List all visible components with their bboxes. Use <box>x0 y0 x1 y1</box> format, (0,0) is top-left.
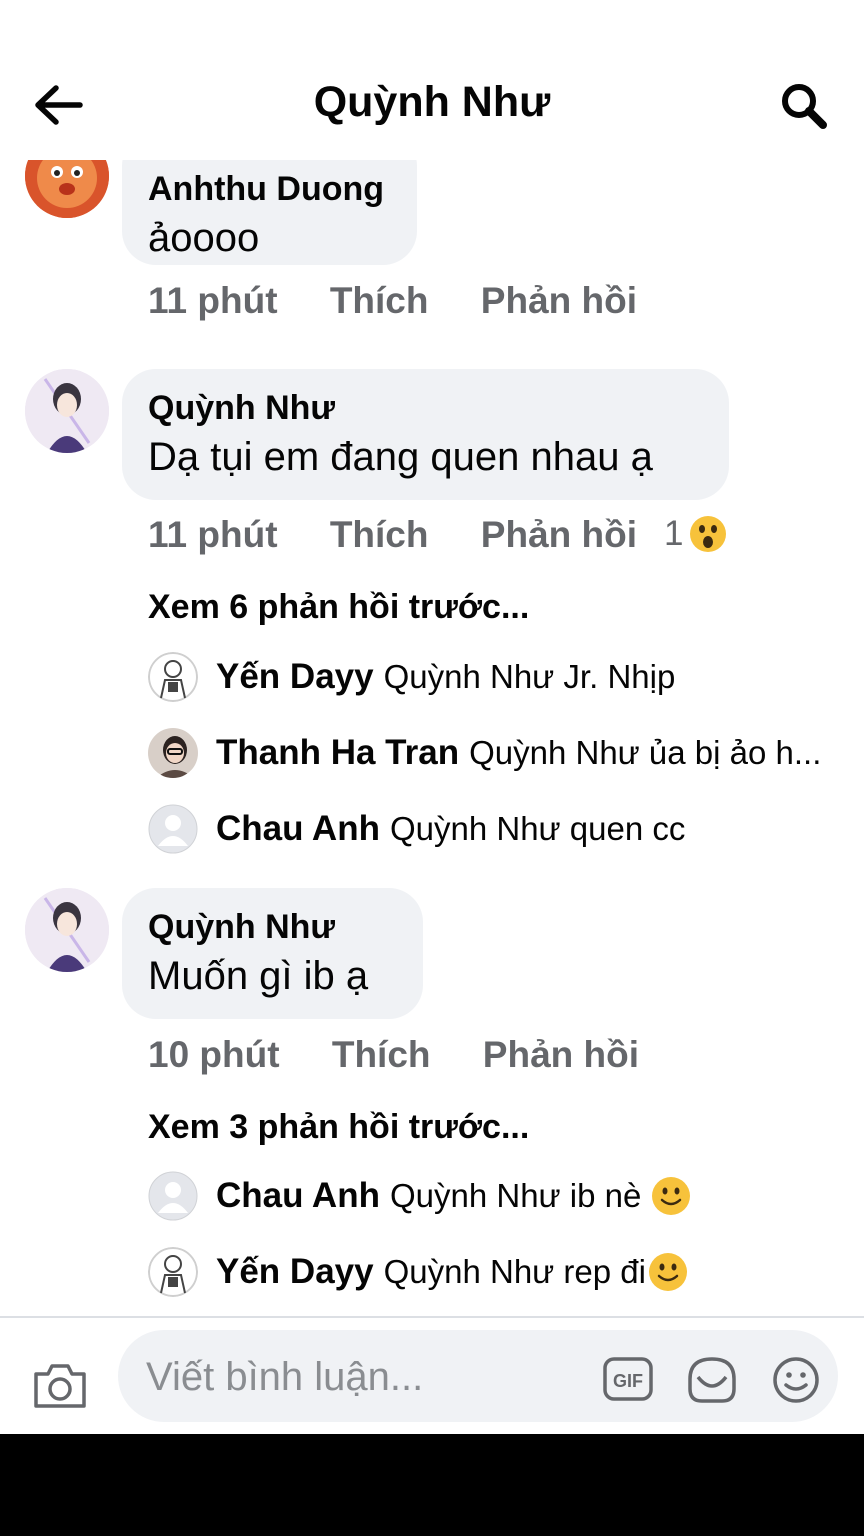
reply-button[interactable]: Phản hồi <box>481 280 637 322</box>
comment-actions: 11 phút Thích Phản hồi <box>148 280 637 322</box>
like-button[interactable]: Thích <box>330 280 429 322</box>
avatar[interactable] <box>148 1247 198 1297</box>
reply-author[interactable]: Yến Dayy <box>216 1252 374 1292</box>
comment-time: 11 phút <box>148 280 278 321</box>
comment-time: 11 phút <box>148 514 278 555</box>
camera-icon <box>34 1364 86 1408</box>
comment-actions: 11 phút Thích Phản hồi <box>148 514 637 556</box>
avatar[interactable] <box>148 1171 198 1221</box>
reply-button[interactable]: Phản hồi <box>483 1034 639 1076</box>
gif-button[interactable]: GIF <box>602 1356 654 1402</box>
system-navigation-bar <box>0 1434 864 1536</box>
reply-text: Quỳnh Như quen cc <box>389 810 686 847</box>
comment-time: 10 phút <box>148 1034 280 1075</box>
sketch-avatar-icon <box>148 1247 198 1297</box>
avatar[interactable] <box>148 652 198 702</box>
avatar[interactable] <box>25 888 109 972</box>
reply-preview[interactable]: Chau Anh Quỳnh Như quen cc <box>148 803 848 855</box>
reply-text: Quỳnh Như ủa bị ảo h... <box>469 734 822 771</box>
comment-text: ảoooo <box>148 216 260 260</box>
svg-text:GIF: GIF <box>613 1371 643 1391</box>
reply-author[interactable]: Chau Anh <box>216 1176 380 1216</box>
page-title: Quỳnh Như <box>313 78 551 126</box>
avatar[interactable] <box>25 369 109 453</box>
avatar[interactable] <box>148 804 198 854</box>
smile-emoji-icon <box>652 1177 691 1215</box>
anime-girl-avatar-icon <box>25 369 109 453</box>
wow-emoji-icon <box>690 516 727 552</box>
comment-text: Muốn gì ib ạ <box>148 954 369 998</box>
sticker-button[interactable] <box>686 1355 738 1405</box>
comment-bubble[interactable]: Quỳnh Như Dạ tụi em đang quen nhau ạ <box>122 369 729 500</box>
search-icon <box>782 84 827 129</box>
comment-input[interactable] <box>144 1348 578 1406</box>
reaction-count: 1 <box>664 514 684 553</box>
comment-bubble[interactable]: Quỳnh Như Muốn gì ib ạ <box>122 888 423 1019</box>
reply-preview[interactable]: Thanh Ha Tran Quỳnh Như ủa bị ảo h... <box>148 727 848 779</box>
smiley-icon <box>773 1357 819 1403</box>
reply-preview[interactable]: Yến Dayy Quỳnh Như Jr. Nhịp <box>148 651 848 703</box>
like-button[interactable]: Thích <box>332 1034 431 1076</box>
comment-composer: GIF <box>0 1316 864 1436</box>
view-previous-replies[interactable]: Xem 3 phản hồi trước... <box>148 1108 529 1147</box>
reply-text: Quỳnh Như rep đi <box>383 1253 646 1290</box>
gif-icon: GIF <box>603 1357 653 1401</box>
reply-button[interactable]: Phản hồi <box>481 514 637 556</box>
comment-author[interactable]: Anhthu Duong <box>148 170 391 208</box>
default-user-avatar-icon <box>148 1171 198 1221</box>
reaction-summary[interactable]: 1 <box>664 514 727 554</box>
search-button[interactable] <box>778 80 832 132</box>
reply-preview[interactable]: Chau Anh Quỳnh Như ib nè <box>148 1170 848 1222</box>
avatar[interactable] <box>148 728 198 778</box>
camera-button[interactable] <box>32 1360 88 1410</box>
comment-actions: 10 phút Thích Phản hồi <box>148 1034 639 1076</box>
reply-text: Quỳnh Như ib nè <box>389 1177 642 1214</box>
reply-text: Quỳnh Như Jr. Nhịp <box>383 658 676 695</box>
anime-girl-avatar-icon <box>25 888 109 972</box>
view-previous-replies[interactable]: Xem 6 phản hồi trước... <box>148 588 529 627</box>
sketch-avatar-icon <box>148 652 198 702</box>
sticker-icon <box>688 1357 736 1403</box>
default-user-avatar-icon <box>148 804 198 854</box>
comment-author[interactable]: Quỳnh Như <box>148 908 397 946</box>
comment-input-container[interactable]: GIF <box>118 1330 838 1422</box>
top-app-bar: Quỳnh Như <box>0 0 864 160</box>
smile-emoji-icon <box>648 1253 687 1291</box>
photo-avatar-icon <box>148 728 198 778</box>
reply-preview[interactable]: Yến Dayy Quỳnh Như rep đi <box>148 1246 848 1298</box>
reply-author[interactable]: Thanh Ha Tran <box>216 733 459 773</box>
emoji-button[interactable] <box>770 1355 822 1405</box>
comment-text: Dạ tụi em đang quen nhau ạ <box>148 435 653 479</box>
reply-author[interactable]: Yến Dayy <box>216 657 374 697</box>
comment-author[interactable]: Quỳnh Như <box>148 389 703 427</box>
reply-author[interactable]: Chau Anh <box>216 809 380 849</box>
like-button[interactable]: Thích <box>330 514 429 556</box>
